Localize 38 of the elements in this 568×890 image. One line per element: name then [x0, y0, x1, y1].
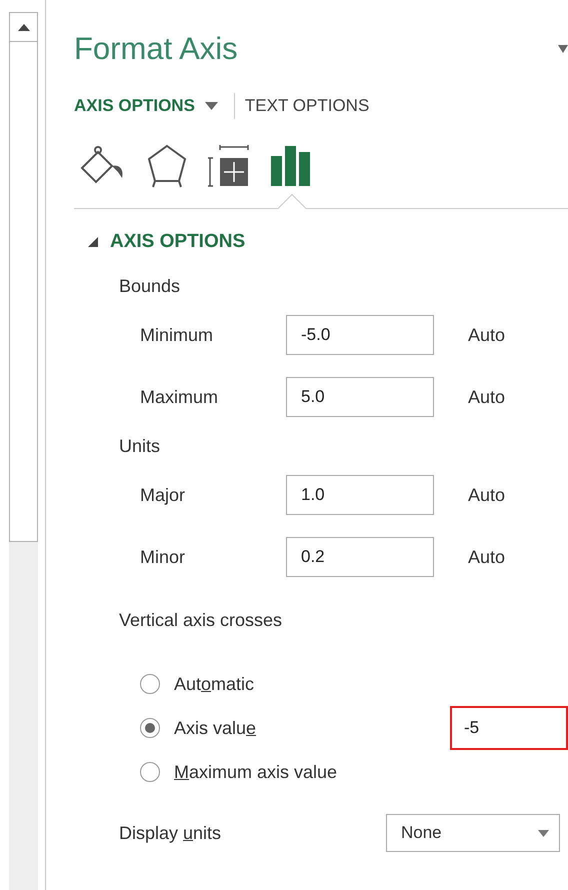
radio-label: Axis value: [174, 716, 256, 740]
radio-label: Automatic: [174, 672, 254, 696]
axis-value-field[interactable]: -5: [450, 706, 568, 750]
group-label: Bounds: [119, 274, 180, 298]
tab[interactable]: AXIS OPTIONS: [74, 93, 218, 119]
section-label: Vertical axis crosses: [119, 608, 282, 632]
size-properties-icon[interactable]: [208, 144, 250, 188]
input-field[interactable]: 1.0: [286, 475, 434, 515]
caret-icon: [204, 102, 218, 110]
caret-icon: [538, 830, 549, 836]
bar-chart-icon[interactable]: [270, 144, 312, 188]
input-field[interactable]: 0.2: [286, 537, 434, 577]
input-field[interactable]: -5.0: [286, 315, 434, 355]
section-title[interactable]: AXIS OPTIONS: [110, 228, 246, 256]
field-label: Minimum: [139, 324, 214, 346]
field-label: Display units: [119, 822, 222, 842]
auto-button[interactable]: Auto: [468, 482, 506, 508]
pentagon-icon[interactable]: [146, 143, 188, 189]
field-label: Minor: [139, 546, 186, 568]
radio-button[interactable]: [140, 718, 160, 738]
group-label: Units: [119, 434, 160, 458]
dropdown[interactable]: None: [386, 814, 560, 852]
up-arrow-icon: [18, 24, 30, 30]
pane-title: Format Axis: [74, 30, 238, 68]
dropdown-arrow-icon[interactable]: [558, 45, 568, 53]
radio-label: Maximum axis value: [174, 760, 338, 784]
radio-button[interactable]: [140, 762, 160, 782]
radio-button[interactable]: [140, 674, 160, 694]
scrollbar[interactable]: [9, 12, 38, 542]
auto-button[interactable]: Auto: [468, 384, 506, 410]
collapse-triangle-icon[interactable]: [88, 237, 98, 247]
dropdown-value: None: [401, 822, 442, 844]
auto-button[interactable]: Auto: [468, 544, 506, 570]
auto-button[interactable]: Auto: [468, 322, 506, 348]
field-label: Major: [139, 484, 186, 507]
input-field[interactable]: 5.0: [286, 377, 434, 417]
tab[interactable]: TEXT OPTIONS: [244, 93, 370, 119]
field-label: Maximum: [139, 386, 220, 408]
